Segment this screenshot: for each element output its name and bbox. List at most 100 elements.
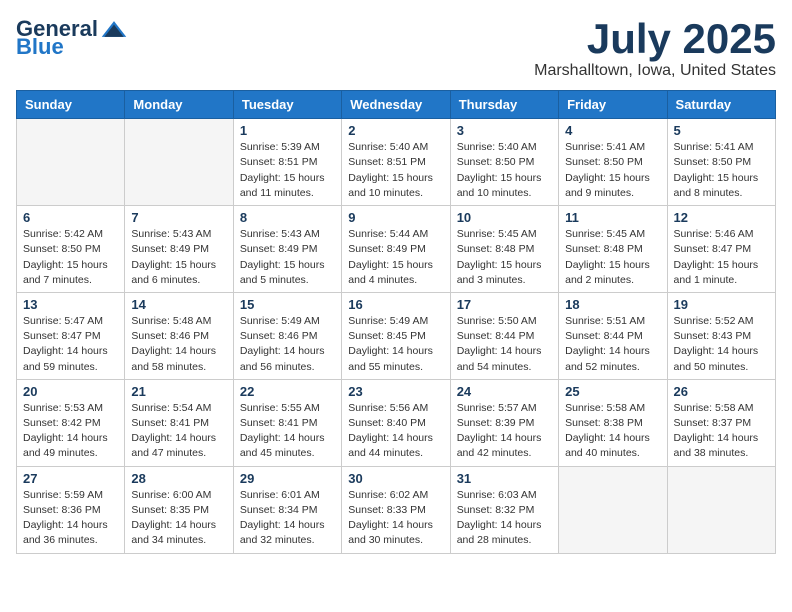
day-info: Sunrise: 5:49 AMSunset: 8:45 PMDaylight:…	[348, 314, 443, 375]
calendar-cell: 25 Sunrise: 5:58 AMSunset: 8:38 PMDayligh…	[559, 379, 667, 466]
calendar-cell: 20Sunrise: 5:53 AMSunset: 8:42 PMDayligh…	[17, 379, 125, 466]
calendar-cell: 3 Sunrise: 5:40 AMSunset: 8:50 PMDaylight…	[450, 119, 558, 206]
day-info: Sunrise: 5:45 AMSunset: 8:48 PMDaylight:…	[457, 227, 552, 288]
day-info: Sunrise: 6:01 AMSunset: 8:34 PMDaylight:…	[240, 488, 335, 549]
day-info: Sunrise: 5:46 AMSunset: 8:47 PMDaylight:…	[674, 227, 769, 288]
day-info: Sunrise: 5:44 AMSunset: 8:49 PMDaylight:…	[348, 227, 443, 288]
weekday-header-tuesday: Tuesday	[233, 91, 341, 119]
calendar-cell	[667, 466, 775, 553]
day-number: 15	[240, 297, 335, 312]
day-info: Sunrise: 5:58 AMSunset: 8:38 PMDaylight:…	[565, 401, 660, 462]
day-number: 30	[348, 471, 443, 486]
day-info: Sunrise: 5:55 AMSunset: 8:41 PMDaylight:…	[240, 401, 335, 462]
calendar-cell: 24 Sunrise: 5:57 AMSunset: 8:39 PMDayligh…	[450, 379, 558, 466]
calendar-cell: 1 Sunrise: 5:39 AMSunset: 8:51 PMDaylight…	[233, 119, 341, 206]
day-number: 10	[457, 210, 552, 225]
day-number: 27	[23, 471, 118, 486]
day-info: Sunrise: 6:03 AMSunset: 8:32 PMDaylight:…	[457, 488, 552, 549]
day-info: Sunrise: 5:40 AMSunset: 8:51 PMDaylight:…	[348, 140, 443, 201]
day-info: Sunrise: 5:45 AMSunset: 8:48 PMDaylight:…	[565, 227, 660, 288]
weekday-header-monday: Monday	[125, 91, 233, 119]
calendar-table: SundayMondayTuesdayWednesdayThursdayFrid…	[16, 90, 776, 553]
day-number: 9	[348, 210, 443, 225]
day-number: 1	[240, 123, 335, 138]
calendar-cell: 23 Sunrise: 5:56 AMSunset: 8:40 PMDayligh…	[342, 379, 450, 466]
day-number: 17	[457, 297, 552, 312]
weekday-header-friday: Friday	[559, 91, 667, 119]
calendar-cell: 28 Sunrise: 6:00 AMSunset: 8:35 PMDayligh…	[125, 466, 233, 553]
month-title: July 2025	[534, 16, 776, 62]
week-row-1: 1 Sunrise: 5:39 AMSunset: 8:51 PMDaylight…	[17, 119, 776, 206]
day-info: Sunrise: 5:58 AMSunset: 8:37 PMDaylight:…	[674, 401, 769, 462]
calendar-cell: 9 Sunrise: 5:44 AMSunset: 8:49 PMDaylight…	[342, 206, 450, 293]
day-number: 26	[674, 384, 769, 399]
day-info: Sunrise: 5:41 AMSunset: 8:50 PMDaylight:…	[674, 140, 769, 201]
calendar-cell: 18 Sunrise: 5:51 AMSunset: 8:44 PMDayligh…	[559, 292, 667, 379]
calendar-cell: 21Sunrise: 5:54 AMSunset: 8:41 PMDayligh…	[125, 379, 233, 466]
day-number: 23	[348, 384, 443, 399]
calendar-cell: 17 Sunrise: 5:50 AMSunset: 8:44 PMDayligh…	[450, 292, 558, 379]
calendar-cell: 4Sunrise: 5:41 AMSunset: 8:50 PMDaylight…	[559, 119, 667, 206]
day-info: Sunrise: 6:00 AMSunset: 8:35 PMDaylight:…	[131, 488, 226, 549]
day-info: Sunrise: 5:53 AMSunset: 8:42 PMDaylight:…	[23, 401, 118, 462]
day-number: 6	[23, 210, 118, 225]
day-number: 11	[565, 210, 660, 225]
day-info: Sunrise: 5:51 AMSunset: 8:44 PMDaylight:…	[565, 314, 660, 375]
calendar-cell: 26 Sunrise: 5:58 AMSunset: 8:37 PMDayligh…	[667, 379, 775, 466]
logo-blue-text: Blue	[16, 34, 64, 60]
weekday-header-saturday: Saturday	[667, 91, 775, 119]
day-number: 24	[457, 384, 552, 399]
week-row-5: 27 Sunrise: 5:59 AMSunset: 8:36 PMDayligh…	[17, 466, 776, 553]
day-info: Sunrise: 5:40 AMSunset: 8:50 PMDaylight:…	[457, 140, 552, 201]
week-row-4: 20Sunrise: 5:53 AMSunset: 8:42 PMDayligh…	[17, 379, 776, 466]
day-info: Sunrise: 5:59 AMSunset: 8:36 PMDaylight:…	[23, 488, 118, 549]
calendar-cell: 13Sunrise: 5:47 AMSunset: 8:47 PMDayligh…	[17, 292, 125, 379]
day-number: 29	[240, 471, 335, 486]
calendar-cell: 27 Sunrise: 5:59 AMSunset: 8:36 PMDayligh…	[17, 466, 125, 553]
day-info: Sunrise: 5:57 AMSunset: 8:39 PMDaylight:…	[457, 401, 552, 462]
day-number: 25	[565, 384, 660, 399]
weekday-header-wednesday: Wednesday	[342, 91, 450, 119]
day-number: 19	[674, 297, 769, 312]
calendar-cell: 5Sunrise: 5:41 AMSunset: 8:50 PMDaylight…	[667, 119, 775, 206]
day-info: Sunrise: 6:02 AMSunset: 8:33 PMDaylight:…	[348, 488, 443, 549]
day-number: 28	[131, 471, 226, 486]
calendar-cell: 16 Sunrise: 5:49 AMSunset: 8:45 PMDayligh…	[342, 292, 450, 379]
week-row-3: 13Sunrise: 5:47 AMSunset: 8:47 PMDayligh…	[17, 292, 776, 379]
weekday-header-sunday: Sunday	[17, 91, 125, 119]
calendar-cell: 19 Sunrise: 5:52 AMSunset: 8:43 PMDayligh…	[667, 292, 775, 379]
logo-icon	[100, 18, 128, 40]
logo: General Blue	[16, 16, 128, 60]
day-number: 8	[240, 210, 335, 225]
day-number: 2	[348, 123, 443, 138]
calendar-cell: 15Sunrise: 5:49 AMSunset: 8:46 PMDayligh…	[233, 292, 341, 379]
day-number: 13	[23, 297, 118, 312]
day-number: 18	[565, 297, 660, 312]
day-number: 4	[565, 123, 660, 138]
day-number: 16	[348, 297, 443, 312]
calendar-cell: 10 Sunrise: 5:45 AMSunset: 8:48 PMDayligh…	[450, 206, 558, 293]
day-info: Sunrise: 5:52 AMSunset: 8:43 PMDaylight:…	[674, 314, 769, 375]
day-number: 22	[240, 384, 335, 399]
calendar-cell: 29 Sunrise: 6:01 AMSunset: 8:34 PMDayligh…	[233, 466, 341, 553]
day-number: 3	[457, 123, 552, 138]
day-info: Sunrise: 5:54 AMSunset: 8:41 PMDaylight:…	[131, 401, 226, 462]
calendar-cell: 7 Sunrise: 5:43 AMSunset: 8:49 PMDaylight…	[125, 206, 233, 293]
calendar-cell: 22 Sunrise: 5:55 AMSunset: 8:41 PMDayligh…	[233, 379, 341, 466]
calendar-cell	[17, 119, 125, 206]
weekday-header-thursday: Thursday	[450, 91, 558, 119]
day-number: 31	[457, 471, 552, 486]
day-number: 7	[131, 210, 226, 225]
day-number: 12	[674, 210, 769, 225]
calendar-cell: 11 Sunrise: 5:45 AMSunset: 8:48 PMDayligh…	[559, 206, 667, 293]
calendar-cell: 14 Sunrise: 5:48 AMSunset: 8:46 PMDayligh…	[125, 292, 233, 379]
day-info: Sunrise: 5:39 AMSunset: 8:51 PMDaylight:…	[240, 140, 335, 201]
day-info: Sunrise: 5:56 AMSunset: 8:40 PMDaylight:…	[348, 401, 443, 462]
calendar-cell: 12 Sunrise: 5:46 AMSunset: 8:47 PMDayligh…	[667, 206, 775, 293]
day-info: Sunrise: 5:42 AMSunset: 8:50 PMDaylight:…	[23, 227, 118, 288]
calendar-cell: 8Sunrise: 5:43 AMSunset: 8:49 PMDaylight…	[233, 206, 341, 293]
day-info: Sunrise: 5:43 AMSunset: 8:49 PMDaylight:…	[131, 227, 226, 288]
day-info: Sunrise: 5:48 AMSunset: 8:46 PMDaylight:…	[131, 314, 226, 375]
day-info: Sunrise: 5:50 AMSunset: 8:44 PMDaylight:…	[457, 314, 552, 375]
day-number: 14	[131, 297, 226, 312]
